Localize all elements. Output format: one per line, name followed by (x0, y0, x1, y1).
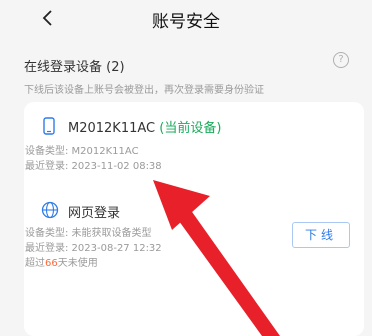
annotation-arrow (153, 180, 280, 336)
